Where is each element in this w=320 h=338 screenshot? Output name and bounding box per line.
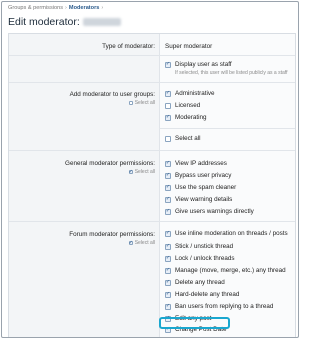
breadcrumb-current[interactable]: Moderators: [69, 5, 99, 11]
permission-checkbox[interactable]: ✓: [165, 196, 171, 203]
forum-permission[interactable]: ✓ Hard-delete any thread: [165, 290, 239, 299]
general-select-all-checkbox[interactable]: ✓: [129, 169, 133, 174]
breadcrumb-parent[interactable]: Groups & permissions: [8, 5, 63, 11]
blurred-username: [82, 18, 121, 27]
admin-window: Groups & permissions › Moderators › Edit mo…: [1, 1, 299, 338]
forum-permission[interactable]: ✓ Use inline moderation on threads / pos…: [165, 229, 288, 238]
permission-checkbox[interactable]: ✓: [165, 208, 171, 215]
select-all-label: Select all: [134, 240, 155, 246]
group-item[interactable]: ✓ Administrative: [165, 89, 215, 98]
permission-label: Bypass user privacy: [175, 172, 232, 179]
forum-label: Forum moderator permissions:: [69, 231, 155, 238]
permission-checkbox[interactable]: ✓: [165, 255, 171, 262]
page-title: Edit moderator:: [8, 16, 121, 28]
permission-label: Hard-delete any thread: [175, 291, 240, 298]
permission-label: View warning details: [175, 196, 233, 203]
select-all-label: Select all: [134, 169, 155, 175]
general-label: General moderator permissions:: [65, 160, 155, 167]
permission-checkbox[interactable]: ✓: [165, 172, 171, 179]
forum-permission[interactable]: ✓ Manage (move, merge, etc.) any thread: [165, 266, 286, 275]
permission-checkbox[interactable]: ✓: [165, 291, 171, 298]
groups-select-all-checkbox[interactable]: [128, 101, 133, 105]
forum-permission[interactable]: ✓ Lock / unlock threads: [165, 254, 235, 263]
forum-permission[interactable]: ✓ Delete any thread: [165, 278, 225, 287]
groups-select-all[interactable]: Select all: [128, 100, 155, 106]
type-label: Type of moderator:: [102, 43, 155, 50]
groups-bottom-select-all[interactable]: Select all: [165, 134, 201, 143]
permission-label: Ban users from replying to a thread: [175, 303, 274, 310]
breadcrumb: Groups & permissions › Moderators ›: [8, 5, 104, 11]
general-permission[interactable]: ✓ Use the spam cleaner: [165, 183, 236, 192]
permission-checkbox[interactable]: ✓: [165, 184, 171, 191]
label-column: [9, 34, 160, 337]
permission-label: Delete any thread: [175, 279, 225, 286]
permission-label: Manage (move, merge, etc.) any thread: [175, 267, 286, 274]
group-item[interactable]: ✓ Moderating: [165, 113, 207, 122]
permission-label: View IP addresses: [175, 160, 227, 167]
group-label: Licensed: [175, 102, 201, 109]
staff-label: Display user as staff: [175, 61, 232, 68]
moderator-form: Type of moderator: Super moderator ✓ Dis…: [8, 33, 296, 337]
group-label: Administrative: [175, 90, 215, 97]
select-all-label: Select all: [134, 100, 155, 106]
staff-hint: If selected, this user will be listed pu…: [175, 70, 288, 76]
permission-label: Lock / unlock threads: [175, 255, 235, 262]
group-checkbox[interactable]: ✓: [165, 114, 171, 121]
permission-checkbox[interactable]: ✓: [165, 160, 171, 167]
forum-select-all-checkbox[interactable]: ✓: [129, 240, 133, 245]
group-label: Moderating: [175, 114, 207, 121]
select-all-label: Select all: [175, 135, 201, 142]
permission-label: Use inline moderation on threads / posts: [175, 230, 288, 237]
highlight-outline: [159, 317, 230, 329]
permission-checkbox[interactable]: ✓: [165, 267, 171, 274]
group-checkbox[interactable]: [165, 102, 171, 109]
staff-option[interactable]: ✓ Display user as staff: [165, 60, 232, 69]
permission-checkbox[interactable]: ✓: [165, 243, 171, 250]
groups-bottom-select-all-checkbox[interactable]: [165, 135, 171, 142]
permission-checkbox[interactable]: ✓: [165, 230, 171, 237]
forum-permission[interactable]: ✓ Ban users from replying to a thread: [165, 302, 273, 311]
permission-label: Give users warnings directly: [175, 208, 254, 215]
staff-checkbox[interactable]: ✓: [165, 61, 171, 68]
group-item[interactable]: Licensed: [165, 101, 200, 110]
permission-label: Use the spam cleaner: [175, 184, 237, 191]
forum-permission[interactable]: ✓ Stick / unstick thread: [165, 242, 233, 251]
permission-label: Stick / unstick thread: [175, 243, 234, 250]
divider: [9, 221, 295, 222]
permission-checkbox[interactable]: ✓: [165, 303, 171, 310]
general-select-all[interactable]: ✓ Select all: [129, 169, 155, 175]
divider: [9, 150, 295, 151]
general-permission[interactable]: ✓ View warning details: [165, 195, 232, 204]
general-permission[interactable]: ✓ Give users warnings directly: [165, 207, 254, 216]
page-title-text: Edit moderator:: [8, 16, 80, 28]
type-value: Super moderator: [165, 43, 213, 50]
divider: [159, 128, 295, 129]
divider: [9, 82, 295, 83]
general-permission[interactable]: ✓ Bypass user privacy: [165, 171, 231, 180]
divider: [9, 55, 295, 56]
permission-checkbox[interactable]: ✓: [165, 279, 171, 286]
general-permission[interactable]: ✓ View IP addresses: [165, 159, 227, 168]
forum-select-all[interactable]: ✓ Select all: [129, 240, 155, 246]
group-checkbox[interactable]: ✓: [165, 90, 171, 97]
groups-label: Add moderator to user groups:: [69, 91, 155, 98]
